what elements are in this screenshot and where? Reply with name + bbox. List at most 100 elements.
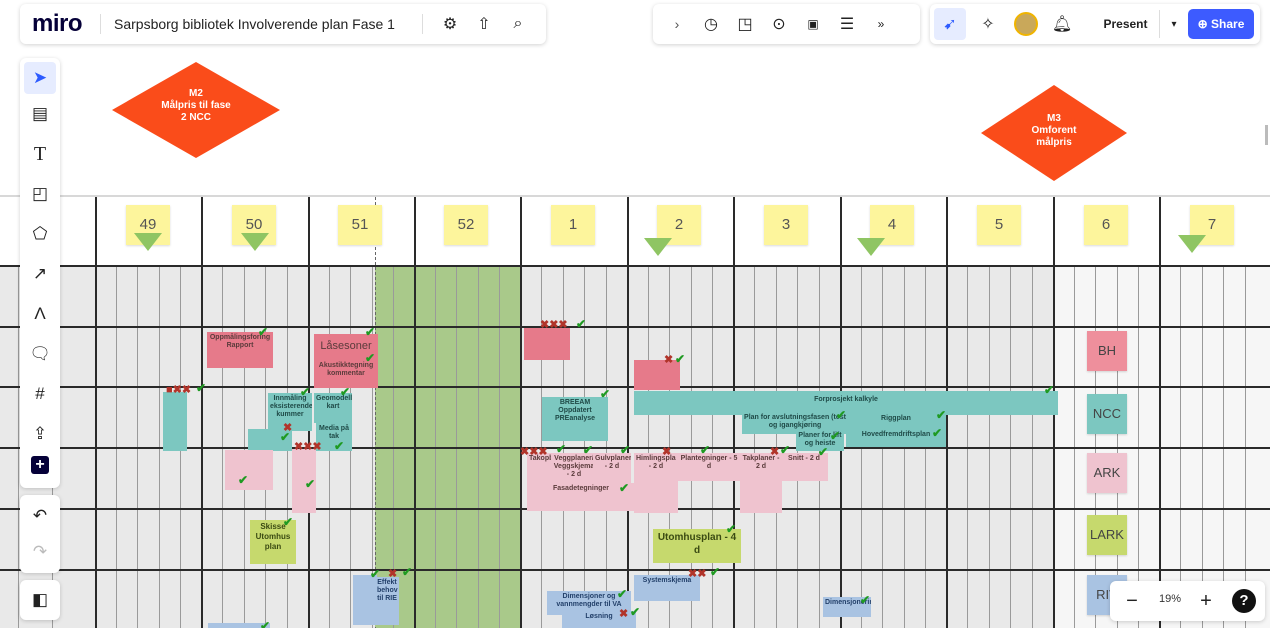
x-mark-icon: ✖ xyxy=(388,568,398,580)
sticky-note[interactable] xyxy=(524,328,570,360)
comment-icon[interactable]: 🗨︎ xyxy=(27,341,53,367)
x-mark-icon: ■✖✖ xyxy=(166,384,192,396)
check-icon: ✔ xyxy=(583,443,594,457)
counter-icon[interactable]: ▣ xyxy=(801,12,825,36)
check-icon: ✔ xyxy=(617,587,628,601)
upload-icon[interactable]: ⇧ xyxy=(472,12,496,36)
upload-tool-icon[interactable]: ⇪ xyxy=(27,421,53,447)
x-mark-icon: ✖✖✖ xyxy=(294,441,322,453)
legend-ark[interactable]: ARK xyxy=(1087,453,1127,493)
check-icon: ✔ xyxy=(830,429,841,443)
select-tool[interactable]: ➤ xyxy=(24,62,56,94)
zoom-out-icon[interactable]: − xyxy=(1120,589,1144,613)
sticky-note[interactable]: Takplaner - 2 d xyxy=(740,453,782,513)
check-icon: ✔ xyxy=(860,593,871,607)
marker-triangle xyxy=(1178,235,1206,253)
week-label[interactable]: 1 xyxy=(551,205,595,245)
check-icon: ✔ xyxy=(1044,383,1055,397)
check-icon: ✔ xyxy=(630,605,641,619)
check-icon: ✔ xyxy=(936,408,947,422)
text-icon[interactable]: T xyxy=(27,141,53,167)
notes-icon[interactable]: ☰ xyxy=(835,12,859,36)
check-icon: ✔ xyxy=(365,351,376,365)
sticky-note[interactable]: Hovedfremdriftsplan xyxy=(846,429,946,447)
help-icon[interactable]: ? xyxy=(1232,589,1256,613)
sticky-note-icon[interactable]: ◰ xyxy=(27,181,53,207)
chevron-down-icon[interactable]: ▾ xyxy=(1162,12,1186,36)
share-button[interactable]: ⊕ Share xyxy=(1188,9,1254,39)
redo-icon[interactable]: ↷ xyxy=(27,539,53,565)
check-icon: ✔ xyxy=(675,352,686,366)
check-icon: ✔ xyxy=(258,325,269,339)
check-icon: ✔ xyxy=(365,325,376,339)
miro-logo[interactable]: miro xyxy=(32,10,83,38)
divider xyxy=(422,14,423,34)
sticky-note[interactable]: Veggplaner/ Veggskjema - 2 d xyxy=(551,453,597,485)
milestone-m2-diamond[interactable]: M2 Målpris til fase 2 NCC xyxy=(110,60,282,160)
x-mark-icon: ✖ xyxy=(662,446,672,458)
timer-icon[interactable]: ◷ xyxy=(699,12,723,36)
x-mark-icon: ✖✖ xyxy=(688,568,707,580)
scroll-indicator[interactable] xyxy=(1265,125,1268,145)
pen-icon[interactable]: Λ xyxy=(27,301,53,327)
milestone-m3-diamond[interactable]: M3 Omforent målpris xyxy=(979,83,1129,183)
zoom-in-icon[interactable]: + xyxy=(1194,589,1218,613)
planning-board[interactable]: 49 50 51 52 1 2 3 4 5 6 7 BH NCC ARK LAR… xyxy=(0,195,1270,628)
check-icon: ✔ xyxy=(600,387,611,401)
add-more-icon[interactable]: + xyxy=(31,456,49,474)
check-icon: ✔ xyxy=(340,385,351,399)
undo-icon[interactable]: ↶ xyxy=(27,503,53,529)
legend-lark[interactable]: LARK xyxy=(1087,515,1127,555)
bell-icon[interactable]: 🔔︎ xyxy=(1050,12,1074,36)
connector-icon[interactable]: ↗ xyxy=(27,261,53,287)
legend-ncc[interactable]: NCC xyxy=(1087,394,1127,434)
check-icon: ✔ xyxy=(576,317,587,331)
milestone-line: 2 NCC xyxy=(180,112,211,123)
avatar[interactable] xyxy=(1014,12,1038,36)
board-title[interactable]: Sarpsborg bibliotek Involverende plan Fa… xyxy=(114,16,395,32)
check-icon: ✔ xyxy=(780,443,791,457)
week-label[interactable]: 51 xyxy=(338,205,382,245)
week-label[interactable]: 5 xyxy=(977,205,1021,245)
history-toolbar: ↶ ↷ xyxy=(20,495,60,573)
milestone-line: Omforent xyxy=(1031,125,1077,136)
gear-icon[interactable]: ⚙ xyxy=(438,12,462,36)
check-icon: ✔ xyxy=(700,443,711,457)
globe-icon: ⊕ xyxy=(1197,17,1212,31)
check-icon: ✔ xyxy=(402,565,413,579)
sticky-note[interactable]: BREEAM Oppdatert PREanalyse xyxy=(542,397,608,441)
reactions-icon[interactable]: ✧ xyxy=(976,12,1000,36)
legend-bh[interactable]: BH xyxy=(1087,331,1127,371)
sidebar-toggle-icon[interactable]: ◧ xyxy=(27,587,53,613)
sticky-note[interactable]: Himlingsplaner - 2 d xyxy=(634,453,678,513)
panels-bar: ◧ xyxy=(20,580,60,620)
frame-icon[interactable]: ◳ xyxy=(733,12,757,36)
board-canvas[interactable]: M2 Målpris til fase 2 NCC M3 Omforent må… xyxy=(0,0,1270,628)
divider xyxy=(100,14,101,34)
milestone-code: M3 xyxy=(1047,113,1061,124)
cursor-toggle[interactable]: ➹ xyxy=(934,8,966,40)
more-chevron-icon[interactable]: » xyxy=(869,12,893,36)
frame-tool-icon[interactable]: # xyxy=(27,381,53,407)
week-label[interactable]: 3 xyxy=(764,205,808,245)
milestone-code: M2 xyxy=(189,88,203,99)
marker-triangle xyxy=(134,233,162,251)
week-label[interactable]: 6 xyxy=(1084,205,1128,245)
search-icon[interactable]: ⌕ xyxy=(506,12,530,36)
cursor-icon: ➹ xyxy=(943,16,957,33)
milestone-line: Målpris til fase xyxy=(161,100,231,111)
sticky-note[interactable]: Effekt behov til RIE xyxy=(375,577,399,625)
present-button[interactable]: Present xyxy=(1092,10,1160,38)
sticky-note[interactable] xyxy=(353,575,377,625)
template-icon[interactable]: ▤ xyxy=(27,101,53,127)
check-icon: ✔ xyxy=(932,426,943,440)
focus-icon[interactable]: ⊙ xyxy=(767,12,791,36)
chevron-right-icon[interactable]: › xyxy=(665,12,689,36)
check-icon: ✔ xyxy=(283,515,294,529)
sticky-note[interactable]: Plantegninger - 5 d xyxy=(676,453,742,481)
zoom-level[interactable]: 19% xyxy=(1152,593,1188,605)
sticky-note[interactable] xyxy=(163,392,187,451)
week-label[interactable]: 52 xyxy=(444,205,488,245)
shapes-icon[interactable]: ⬠ xyxy=(27,221,53,247)
sticky-note[interactable] xyxy=(247,450,273,490)
